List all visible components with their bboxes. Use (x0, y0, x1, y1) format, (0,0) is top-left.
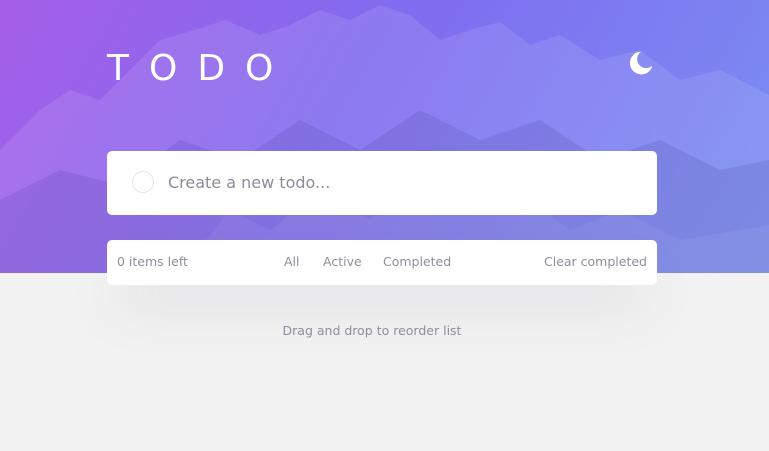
new-todo-input[interactable] (168, 167, 628, 197)
app-title: TODO (107, 48, 294, 89)
empty-circle-icon[interactable] (132, 171, 154, 193)
filter-active[interactable]: Active (323, 254, 362, 270)
moon-icon (629, 51, 653, 75)
mountain-background-image (0, 5, 769, 273)
reorder-hint: Drag and drop to reorder list (282, 323, 462, 338)
filter-completed[interactable]: Completed (383, 254, 451, 270)
new-todo-card (107, 151, 657, 215)
theme-toggle-button[interactable] (628, 50, 658, 80)
header-hero: TODO (0, 0, 769, 273)
items-left-count: 0 items left (117, 254, 188, 269)
filter-all[interactable]: All (284, 254, 300, 270)
clear-completed-button[interactable]: Clear completed (544, 254, 647, 270)
todo-footer: 0 items left All Active Completed Clear … (107, 240, 657, 285)
